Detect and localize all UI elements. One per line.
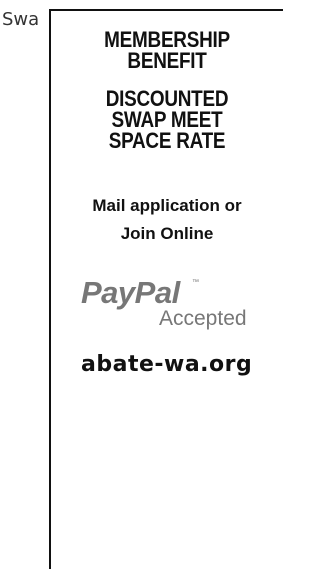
heading-line: MEMBERSHIP [104, 27, 230, 52]
membership-benefit-heading: MEMBERSHIP BENEFIT [67, 27, 267, 73]
heading-line: SPACE RATE [108, 128, 226, 153]
application-instructions: Mail application or Join Online [51, 192, 283, 248]
truncated-left-text: Swa [2, 9, 40, 30]
paypal-accepted-label: Accepted [159, 307, 247, 330]
heading-line: SWAP MEET [111, 107, 223, 132]
heading-line: BENEFIT [127, 48, 207, 73]
website-link[interactable]: abate-wa.org [81, 351, 252, 379]
paypal-logo: PayPal [81, 275, 180, 310]
membership-benefit-panel: MEMBERSHIP BENEFIT DISCOUNTED SWAP MEET … [49, 9, 283, 569]
heading-line: DISCOUNTED [105, 86, 229, 111]
instruction-line: Mail application or [92, 196, 242, 215]
discount-heading: DISCOUNTED SWAP MEET SPACE RATE [67, 86, 267, 153]
instruction-line: Join Online [120, 224, 214, 243]
paypal-trademark: ™ [192, 279, 199, 286]
